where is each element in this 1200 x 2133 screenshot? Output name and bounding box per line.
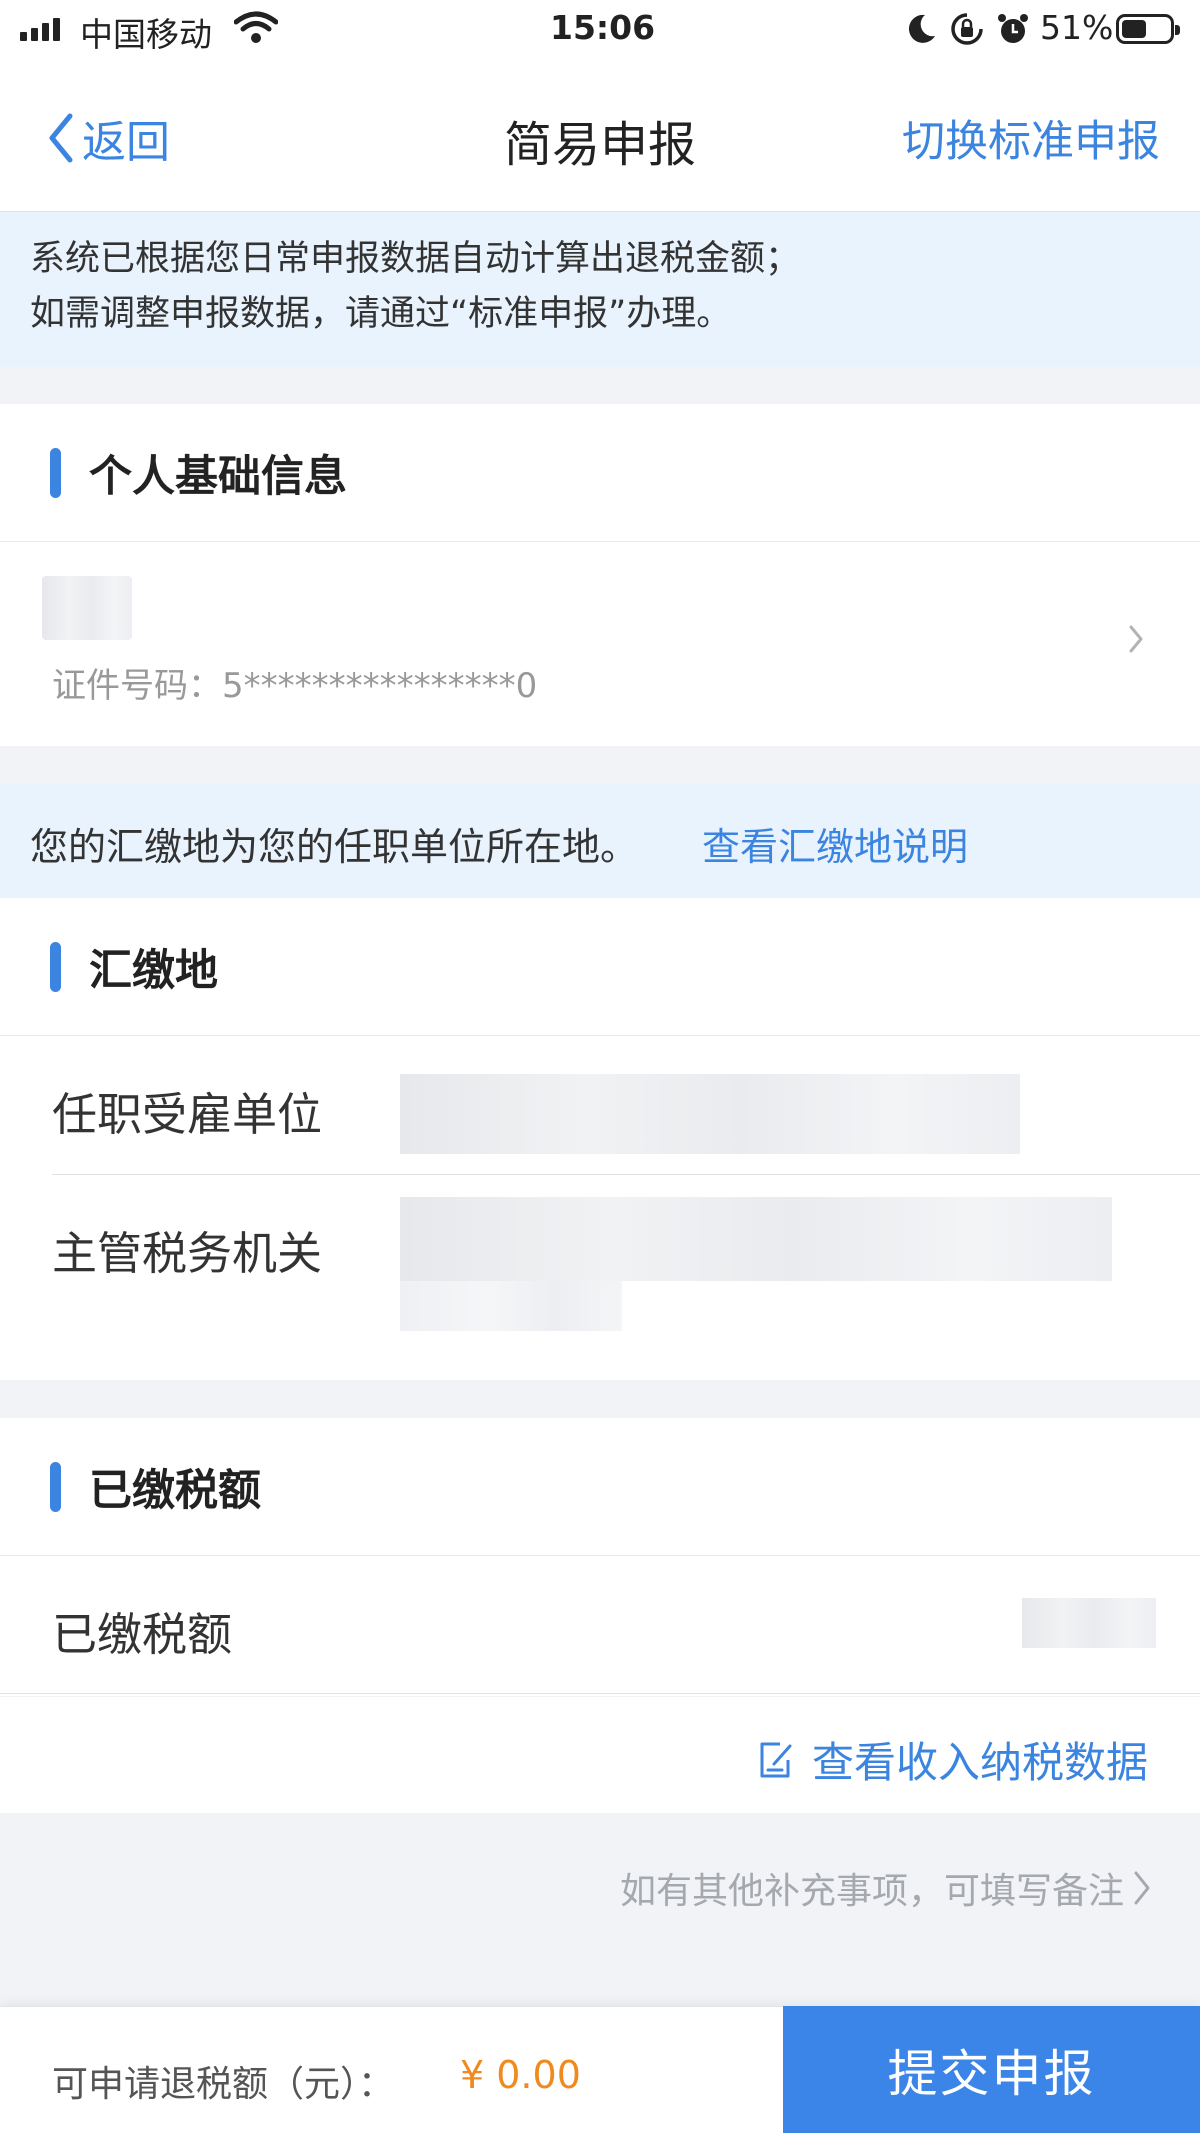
person-row[interactable]: 证件号码：5****************0 xyxy=(0,542,1200,746)
view-income-link[interactable]: 查看收入纳税数据 xyxy=(758,1729,1148,1790)
paid-tax-label: 已缴税额 xyxy=(52,1608,233,1661)
notice-line: 系统已根据您日常申报数据自动计算出退税金额； xyxy=(30,239,801,279)
status-time: 15:06 xyxy=(550,8,656,47)
wifi-icon xyxy=(233,10,279,48)
section-marker xyxy=(50,1461,61,1512)
personal-info-card: 个人基础信息 证件号码：5****************0 xyxy=(0,404,1200,746)
battery-icon xyxy=(1116,14,1180,44)
section-title: 个人基础信息 xyxy=(89,451,347,502)
section-marker xyxy=(50,941,61,992)
employer-value-blurred xyxy=(400,1074,1020,1154)
rotation-lock-icon xyxy=(950,12,984,50)
remit-card: 汇缴地 任职受雇单位 主管税务机关 xyxy=(0,898,1200,1380)
location-info-link[interactable]: 查看汇缴地说明 xyxy=(702,816,968,871)
battery-percent: 51% xyxy=(1040,8,1114,47)
notice-line: 如需调整申报数据，请通过“标准申报”办理。 xyxy=(30,294,732,334)
employer-label: 任职受雇单位 xyxy=(52,1088,323,1141)
remark-link[interactable]: 如有其他补充事项，可填写备注 xyxy=(620,1862,1152,1914)
tax-authority-blurred xyxy=(400,1281,622,1331)
status-bar: 中国移动 15:06 51% xyxy=(0,0,1200,60)
submit-button[interactable]: 提交申报 xyxy=(783,2006,1200,2133)
location-tip: 您的汇缴地为您的任职单位所在地。 查看汇缴地说明 xyxy=(0,784,1200,898)
section-header: 汇缴地 xyxy=(0,898,1200,1036)
location-tip-text: 您的汇缴地为您的任职单位所在地。 xyxy=(30,825,639,869)
remark-label: 如有其他补充事项，可填写备注 xyxy=(619,1871,1124,1912)
chevron-right-icon xyxy=(1134,1871,1150,1905)
tax-authority-label: 主管税务机关 xyxy=(52,1227,323,1280)
moon-icon xyxy=(905,12,937,50)
alarm-icon xyxy=(996,12,1030,50)
notice-banner: 系统已根据您日常申报数据自动计算出退税金额； 如需调整申报数据，请通过“标准申报… xyxy=(0,212,1200,367)
section-title: 汇缴地 xyxy=(89,945,218,996)
carrier-name: 中国移动 xyxy=(80,15,212,54)
tax-authority-blurred xyxy=(400,1197,1112,1281)
switch-standard-button[interactable]: 切换标准申报 xyxy=(902,107,1160,169)
view-income-bar: 查看收入纳税数据 xyxy=(0,1697,1200,1813)
section-header: 已缴税额 xyxy=(0,1418,1200,1556)
tax-authority-row: 主管税务机关 xyxy=(0,1175,1200,1375)
chevron-right-icon xyxy=(1129,625,1143,653)
section-header: 个人基础信息 xyxy=(0,404,1200,542)
signal-icon xyxy=(20,18,60,41)
paid-tax-row: 已缴税额 xyxy=(0,1556,1200,1694)
edit-note-icon xyxy=(760,1742,792,1777)
paid-tax-card: 已缴税额 已缴税额 xyxy=(0,1418,1200,1696)
nav-bar: 返回 简易申报 切换标准申报 xyxy=(0,60,1200,212)
employer-row: 任职受雇单位 xyxy=(0,1036,1200,1174)
paid-tax-value-blurred xyxy=(1022,1598,1156,1648)
view-income-label: 查看收入纳税数据 xyxy=(811,1738,1148,1787)
id-number: 证件号码：5****************0 xyxy=(52,666,538,706)
section-title: 已缴税额 xyxy=(89,1465,261,1516)
name-blurred xyxy=(42,576,132,640)
section-marker xyxy=(50,447,61,498)
refund-label: 可申请退税额（元）： xyxy=(52,2064,395,2105)
refund-amount: ¥ 0.00 xyxy=(460,2053,581,2097)
